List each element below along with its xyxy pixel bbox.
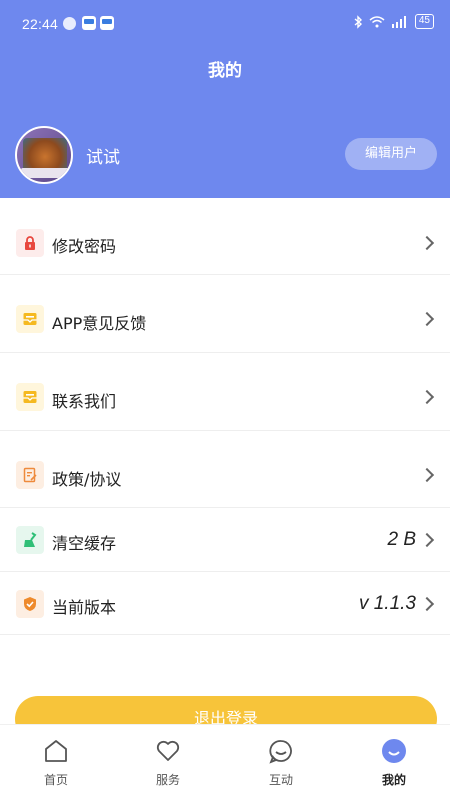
menu-item-policy[interactable]: 政策/协议 (0, 431, 450, 508)
version-value: v 1.1.3 (358, 593, 416, 614)
tab-label: 我的 (381, 773, 406, 787)
broom-icon (16, 526, 44, 554)
chat-icon (269, 740, 292, 764)
tab-service[interactable]: 服务 (112, 725, 224, 800)
menu-item-feedback[interactable]: APP意见反馈 (0, 275, 450, 353)
cache-size-value: 2 B (387, 529, 416, 550)
home-icon (45, 740, 67, 762)
menu-item-label: 联系我们 (52, 392, 117, 411)
menu-item-change-password[interactable]: 修改密码 (0, 198, 450, 275)
menu-item-label: APP意见反馈 (52, 314, 147, 333)
contact-icon (16, 383, 44, 411)
menu-item-label: 修改密码 (52, 237, 117, 256)
app-notification-icon (82, 16, 96, 30)
avatar-image (23, 138, 67, 172)
menu-item-contact-us[interactable]: 联系我们 (0, 353, 450, 431)
chevron-right-icon (419, 467, 435, 483)
tab-interaction[interactable]: 互动 (225, 725, 337, 800)
chevron-right-icon (419, 235, 435, 251)
chevron-right-icon (419, 311, 435, 327)
menu-item-label: 政策/协议 (52, 470, 122, 489)
signal-icon (391, 16, 406, 28)
edit-user-button[interactable]: 编辑用户 (345, 138, 437, 170)
app-notification-icon (100, 16, 114, 30)
heart-icon (156, 740, 180, 761)
tab-label: 服务 (155, 773, 180, 787)
bluetooth-icon (354, 14, 362, 29)
menu-item-current-version[interactable]: 当前版本 v 1.1.3 (0, 572, 450, 635)
status-indicators: 45 (354, 14, 434, 29)
menu-item-label: 清空缓存 (52, 534, 117, 553)
avatar[interactable] (15, 126, 73, 184)
lock-icon (16, 229, 44, 257)
status-bar: 22:44 45 (0, 0, 450, 48)
tab-label: 首页 (43, 773, 68, 787)
wifi-icon (369, 15, 385, 27)
page-title: 我的 (208, 61, 242, 81)
profile-icon (382, 739, 406, 763)
policy-icon (16, 461, 44, 489)
chevron-right-icon (419, 532, 435, 548)
status-time: 22:44 (22, 16, 59, 32)
chevron-right-icon (419, 389, 435, 405)
tab-home[interactable]: 首页 (0, 725, 112, 800)
notification-dot-icon (63, 17, 76, 30)
tab-mine[interactable]: 我的 (338, 725, 450, 800)
menu-item-clear-cache[interactable]: 清空缓存 2 B (0, 508, 450, 572)
menu-item-label: 当前版本 (52, 598, 117, 617)
chevron-right-icon (419, 596, 435, 612)
shield-icon (16, 590, 44, 618)
feedback-icon (16, 305, 44, 333)
bottom-tab-bar: 首页 服务 互动 我的 (0, 724, 450, 800)
tab-label: 互动 (268, 773, 293, 787)
username: 试试 (86, 148, 120, 168)
battery-indicator: 45 (414, 14, 434, 29)
